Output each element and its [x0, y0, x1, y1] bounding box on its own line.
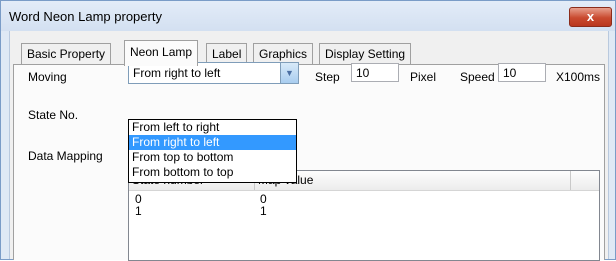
step-input[interactable]: 10: [351, 63, 399, 82]
table-cell[interactable]: 1: [260, 205, 267, 217]
moving-dropdown-list: From left to right From right to left Fr…: [128, 119, 297, 183]
state-no-label: State No.: [28, 108, 79, 122]
dropdown-option-selected[interactable]: From right to left: [129, 135, 296, 150]
close-icon: x: [586, 9, 595, 24]
moving-selected-value: From right to left: [133, 66, 221, 80]
dropdown-option[interactable]: From left to right: [129, 120, 296, 135]
chevron-down-icon[interactable]: ▼: [280, 63, 298, 83]
step-unit: Pixel: [410, 70, 437, 84]
moving-label: Moving: [28, 70, 67, 84]
data-mapping-table: State number Map value 0 0 1 1: [128, 170, 600, 261]
speed-input[interactable]: 10: [498, 63, 546, 82]
tab-display-setting[interactable]: Display Setting: [319, 43, 412, 65]
property-dialog: Word Neon Lamp property x Basic Property…: [0, 0, 616, 261]
dropdown-option[interactable]: From bottom to top: [129, 165, 296, 180]
step-label: Step: [315, 70, 340, 84]
tab-basic-property[interactable]: Basic Property: [21, 43, 112, 65]
dropdown-option[interactable]: From top to bottom: [129, 150, 296, 165]
data-mapping-label: Data Mapping: [28, 149, 103, 163]
column-header-map-value[interactable]: Map value: [255, 171, 571, 190]
tab-neon-lamp[interactable]: Neon Lamp: [124, 40, 199, 66]
speed-label: Speed: [460, 70, 495, 84]
speed-unit: X100ms: [556, 70, 601, 84]
table-cell[interactable]: 1: [135, 205, 142, 217]
close-button[interactable]: x: [569, 7, 612, 27]
window-title: Word Neon Lamp property: [9, 9, 162, 24]
title-bar[interactable]: Word Neon Lamp property x: [1, 1, 615, 31]
